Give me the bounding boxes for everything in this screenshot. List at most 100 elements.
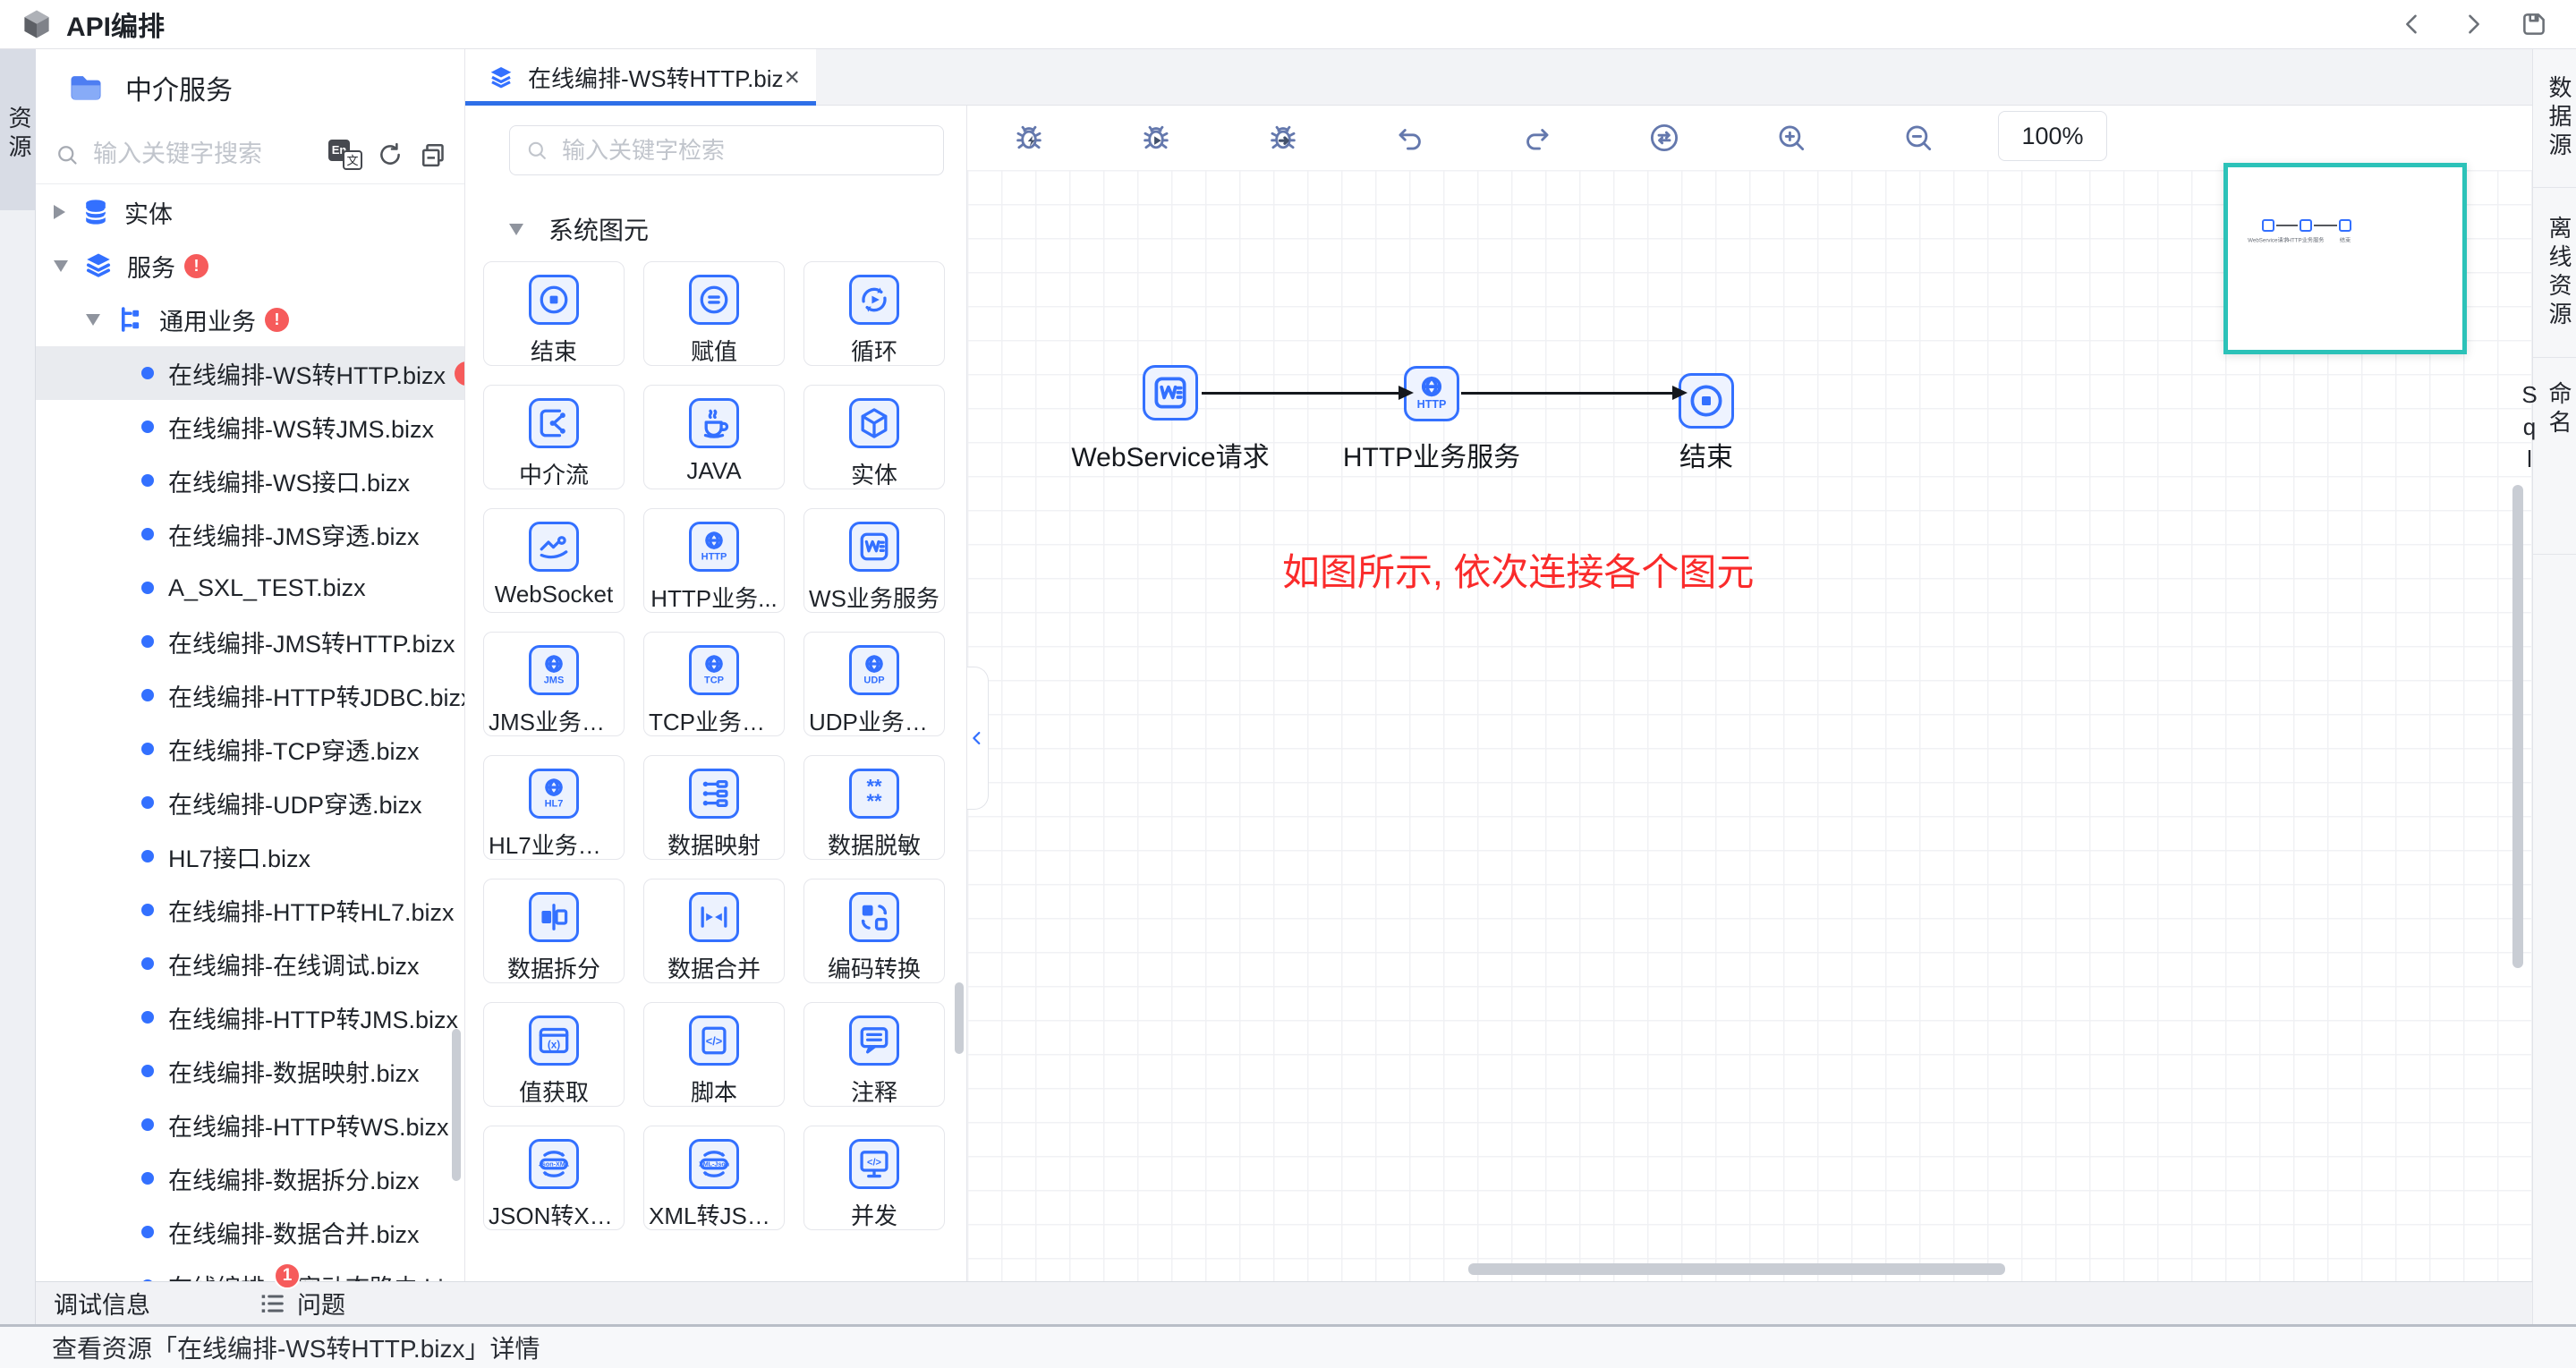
palette-search-input[interactable]	[560, 136, 929, 166]
tree-bullet-icon	[141, 582, 154, 594]
palette-item-assign[interactable]: 赋值	[643, 261, 785, 366]
palette-item-xml-json[interactable]: XML-JsonXML转JSON	[643, 1126, 785, 1230]
explorer-search-input[interactable]	[91, 140, 328, 169]
save-icon[interactable]	[2519, 9, 2549, 39]
tree-item-label: 在线编排-JMS穿透.bizx	[168, 517, 420, 552]
debug-play-icon[interactable]	[1139, 121, 1173, 155]
zoom-in-icon[interactable]	[1774, 121, 1808, 155]
palette-item-end[interactable]: 结束	[483, 261, 625, 366]
tree-bullet-icon	[141, 635, 154, 648]
forward-icon[interactable]	[2458, 9, 2488, 39]
bottom-panel-tabs: 调试信息 问题1	[36, 1281, 2532, 1324]
tree-item[interactable]: 在线编排-JMS穿透.bizx	[36, 507, 464, 561]
minimap[interactable]: WebService请求HTTP业务服务结束	[2223, 163, 2467, 354]
tree-item-label: 在线编排-JMS转HTTP.bizx	[168, 625, 455, 659]
swap-horizontal-icon[interactable]	[1647, 121, 1681, 155]
editor-tab-active[interactable]: 在线编排-WS转HTTP.bizx* ×	[465, 49, 816, 106]
tree-scrollbar[interactable]	[452, 1029, 461, 1181]
undo-icon[interactable]	[1393, 121, 1427, 155]
palette-item-data-mapping[interactable]: 数据映射	[643, 755, 785, 860]
back-icon[interactable]	[2397, 9, 2427, 39]
palette-item-concurrent[interactable]: </>并发	[803, 1126, 945, 1230]
tree-group[interactable]: 通用业务!	[36, 293, 464, 346]
close-icon[interactable]: ×	[784, 64, 800, 91]
palette-item-java[interactable]: JAVA	[643, 385, 785, 489]
canvas-horizontal-scrollbar[interactable]	[1468, 1263, 2005, 1275]
tree-item[interactable]: 在线编排-内容动态路由.bizx	[36, 1259, 464, 1281]
palette-item-data-masking[interactable]: ****数据脱敏	[803, 755, 945, 860]
left-tab-resources[interactable]: 资源	[0, 49, 36, 210]
svg-text:Json-XML: Json-XML	[539, 1160, 570, 1168]
flow-node-end[interactable]	[1679, 373, 1734, 429]
tree-group[interactable]: 服务!	[36, 239, 464, 293]
redo-icon[interactable]	[1520, 121, 1554, 155]
palette-item-udp-service[interactable]: UDPUDP业务服务	[803, 632, 945, 736]
palette-item-comment[interactable]: 注释	[803, 1002, 945, 1107]
palette-item-ws-service[interactable]: WS业务服务	[803, 508, 945, 613]
palette-item-loop[interactable]: 循环	[803, 261, 945, 366]
chevron-right-icon[interactable]	[54, 205, 65, 219]
tree-item[interactable]: 在线编排-WS转HTTP.bizx!	[36, 346, 464, 400]
tree-item[interactable]: 在线编排-HTTP转WS.bizx	[36, 1098, 464, 1151]
explorer-actions: En文	[328, 140, 448, 170]
tree-item[interactable]: 在线编排-TCP穿透.bizx	[36, 722, 464, 776]
tree-item[interactable]: 在线编排-在线调试.bizx	[36, 937, 464, 990]
tree-item[interactable]: HL7接口.bizx	[36, 829, 464, 883]
bottom-tab-1[interactable]: 问题1	[258, 1286, 345, 1321]
palette-item-http-service[interactable]: HTTPHTTP业务...	[643, 508, 785, 613]
palette-item-value-get[interactable]: (x)值获取	[483, 1002, 625, 1107]
palette-item-data-merge[interactable]: 数据合并	[643, 879, 785, 983]
palette-item-encoding-convert[interactable]: 编码转换	[803, 879, 945, 983]
chevron-down-icon[interactable]	[86, 314, 100, 326]
palette-item-mediator-flow[interactable]: 中介流	[483, 385, 625, 489]
palette-search-box	[509, 125, 944, 175]
tree-group[interactable]: 实体	[36, 185, 464, 239]
translate-icon[interactable]: En文	[328, 140, 362, 170]
right-tab-1[interactable]: 离线资源	[2533, 188, 2576, 358]
minimap-node	[2339, 219, 2351, 232]
tree-item[interactable]: 在线编排-WS转JMS.bizx	[36, 400, 464, 454]
palette-collapse-handle[interactable]	[966, 667, 989, 810]
tree-item-label: 通用业务	[159, 302, 256, 337]
tree-item[interactable]: A_SXL_TEST.bizx	[36, 561, 464, 615]
tree-item[interactable]: 在线编排-HTTP转JMS.bizx	[36, 990, 464, 1044]
canvas-vertical-scrollbar[interactable]	[2512, 485, 2523, 968]
zoom-level-indicator[interactable]: 100%	[1998, 111, 2107, 161]
tree-bullet-icon	[141, 796, 154, 809]
palette-item-websocket[interactable]: WebSocket	[483, 508, 625, 613]
tree-item-label: 在线编排-内容动态路由.bizx	[168, 1269, 464, 1282]
app-window: API编排 资源 中介服务	[0, 0, 2576, 1368]
right-tab-2[interactable]: 命名Sql	[2533, 358, 2576, 555]
palette-item-label: XML转JSON	[649, 1198, 779, 1229]
collapse-all-icon[interactable]	[418, 140, 448, 170]
data-mapping-icon	[689, 769, 739, 819]
palette-item-script[interactable]: </>脚本	[643, 1002, 785, 1107]
palette-item-json-xml[interactable]: Json-XMLJSON转XML	[483, 1126, 625, 1230]
tree-item[interactable]: 在线编排-HTTP转JDBC.bizx	[36, 668, 464, 722]
debug-step-icon[interactable]	[1266, 121, 1300, 155]
debug-flash-icon[interactable]	[1012, 121, 1046, 155]
tree-item[interactable]: 在线编排-WS接口.bizx	[36, 454, 464, 507]
tree-item[interactable]: 在线编排-数据映射.bizx	[36, 1044, 464, 1098]
tree-item[interactable]: 在线编排-JMS转HTTP.bizx	[36, 615, 464, 668]
tree-item[interactable]: 在线编排-数据拆分.bizx	[36, 1151, 464, 1205]
chevron-down-icon[interactable]	[54, 260, 68, 272]
palette-item-hl7-service[interactable]: HL7HL7业务服务	[483, 755, 625, 860]
refresh-icon[interactable]	[375, 140, 405, 170]
svg-text:</>: </>	[867, 1157, 881, 1168]
palette-scrollbar[interactable]	[955, 982, 964, 1054]
tree-item[interactable]: 在线编排-UDP穿透.bizx	[36, 776, 464, 829]
zoom-out-icon[interactable]	[1901, 121, 1935, 155]
tree-item[interactable]: 在线编排-HTTP转HL7.bizx	[36, 883, 464, 937]
tree-item[interactable]: 在线编排-数据合并.bizx	[36, 1205, 464, 1259]
bottom-tab-0[interactable]: 调试信息	[54, 1286, 150, 1321]
flow-node-ws-service[interactable]	[1143, 365, 1198, 421]
palette-section-header[interactable]: 系统图元	[509, 211, 966, 247]
palette-item-entity[interactable]: 实体	[803, 385, 945, 489]
right-tab-0[interactable]: 数据源	[2533, 49, 2576, 188]
palette-item-jms-service[interactable]: JMSJMS业务服务	[483, 632, 625, 736]
tree-item-label: 在线编排-HTTP转JDBC.bizx	[168, 678, 464, 713]
palette-item-data-split[interactable]: 数据拆分	[483, 879, 625, 983]
palette-item-tcp-service[interactable]: TCPTCP业务服务	[643, 632, 785, 736]
bottom-tab-label: 问题	[297, 1286, 345, 1321]
